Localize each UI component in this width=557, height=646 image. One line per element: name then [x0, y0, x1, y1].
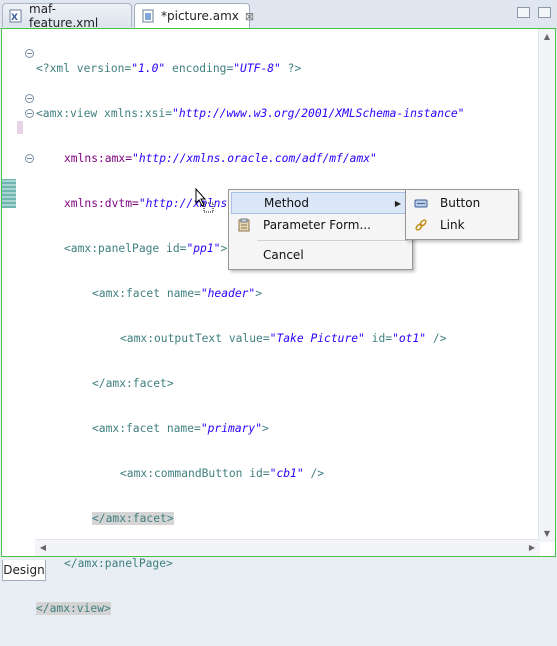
- tab-label: Design: [3, 563, 45, 577]
- fold-toggle-icon[interactable]: −: [25, 154, 34, 163]
- editor-tab-bar: X maf-feature.xml *picture.amx ⊠: [0, 0, 557, 30]
- tab-label: *picture.amx: [161, 9, 239, 23]
- scroll-left-arrow-icon[interactable]: ◀: [35, 540, 51, 556]
- maximize-button[interactable]: [538, 7, 551, 18]
- menu-separator: [257, 240, 408, 241]
- svg-text:X: X: [11, 13, 18, 23]
- tab-label: maf-feature.xml: [29, 1, 99, 30]
- close-icon[interactable]: ⊠: [245, 10, 254, 23]
- scroll-up-arrow-icon[interactable]: ▲: [539, 29, 555, 45]
- fold-toggle-icon[interactable]: −: [25, 109, 34, 118]
- scroll-right-arrow-icon[interactable]: ▶: [524, 540, 540, 556]
- code-line: <amx:facet name="header">: [92, 287, 263, 300]
- code-line: <amx:outputText value="Take Picture" id=…: [120, 332, 447, 345]
- clipboard-icon: [238, 218, 250, 232]
- amx-file-icon: [142, 9, 154, 23]
- menu-item-cancel[interactable]: Cancel: [231, 244, 410, 266]
- link-icon: [415, 219, 427, 231]
- editor-ruler: − − − −: [2, 29, 35, 542]
- code-line: <amx:commandButton id="cb1" />: [120, 467, 325, 480]
- horizontal-scrollbar[interactable]: ◀ ▶: [35, 539, 540, 556]
- method-submenu: Button Link: [405, 189, 519, 240]
- code-line: </amx:facet>: [92, 377, 174, 390]
- context-menu: Method ▶ Parameter Form... Cancel: [228, 189, 413, 270]
- code-line: </amx:panelPage>: [64, 557, 173, 570]
- fold-toggle-icon[interactable]: −: [25, 49, 34, 58]
- tab-maf-feature-xml[interactable]: X maf-feature.xml: [2, 1, 132, 30]
- code-line: </amx:facet>: [92, 512, 174, 525]
- tab-picture-amx[interactable]: *picture.amx ⊠: [134, 3, 254, 29]
- code-line: <amx:view xmlns:xsi="http://www.w3.org/2…: [36, 107, 465, 120]
- submenu-item-link[interactable]: Link: [408, 214, 516, 236]
- source-editor[interactable]: − − − − <?xml version="1.0" encoding="UT…: [1, 28, 556, 615]
- scroll-down-arrow-icon[interactable]: ▼: [539, 526, 555, 542]
- change-marker: [2, 179, 16, 208]
- menu-item-method[interactable]: Method ▶: [231, 192, 410, 214]
- tab-design[interactable]: Design: [2, 560, 46, 581]
- submenu-item-button[interactable]: Button: [408, 192, 516, 214]
- code-line: <?xml version="1.0" encoding="UTF-8" ?>: [36, 62, 302, 75]
- minimize-button[interactable]: [517, 7, 530, 18]
- window-controls: [517, 7, 551, 18]
- menu-item-parameter-form[interactable]: Parameter Form...: [231, 214, 410, 236]
- code-line: <amx:facet name="primary">: [92, 422, 269, 435]
- button-icon: [414, 199, 428, 208]
- submenu-arrow-icon: ▶: [394, 198, 401, 208]
- drag-cursor-icon: [195, 188, 214, 213]
- fold-toggle-icon[interactable]: −: [25, 94, 34, 103]
- code-line: </amx:view>: [36, 602, 111, 615]
- code-line: xmlns:amx="http://xmlns.oracle.com/adf/m…: [64, 152, 377, 165]
- vertical-scrollbar[interactable]: ▲ ▼: [538, 29, 555, 542]
- xml-file-icon: X: [9, 9, 22, 23]
- change-marker: [17, 121, 23, 134]
